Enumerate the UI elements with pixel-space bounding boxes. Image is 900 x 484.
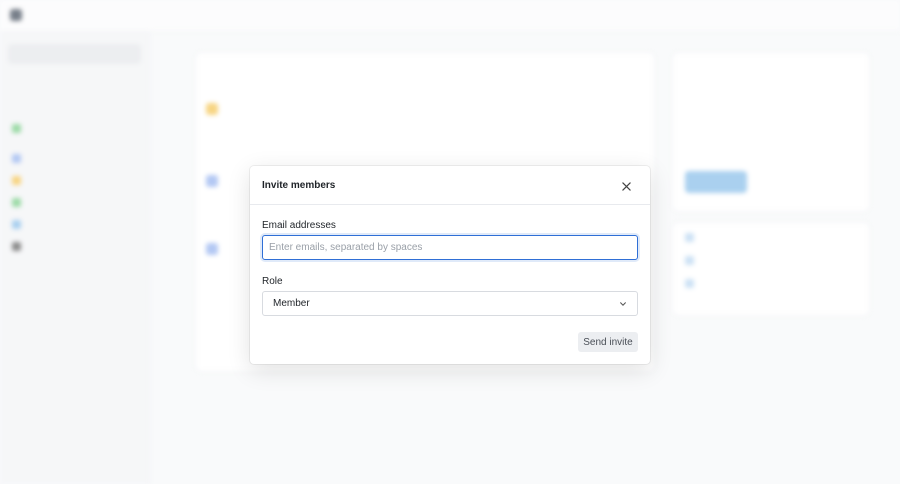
close-button[interactable] xyxy=(618,178,634,194)
dialog-header: Invite members xyxy=(250,166,650,205)
send-invite-button[interactable]: Send invite xyxy=(578,332,638,352)
close-icon xyxy=(621,181,631,191)
dialog-title: Invite members xyxy=(262,180,336,191)
email-input[interactable] xyxy=(262,235,638,260)
email-label: Email addresses xyxy=(262,220,336,231)
chevron-down-icon xyxy=(620,301,626,306)
role-select[interactable]: Member xyxy=(262,291,638,316)
role-value: Member xyxy=(273,298,310,309)
invite-members-dialog: Invite members Email addresses Role Memb… xyxy=(250,166,650,364)
role-label: Role xyxy=(262,276,283,287)
